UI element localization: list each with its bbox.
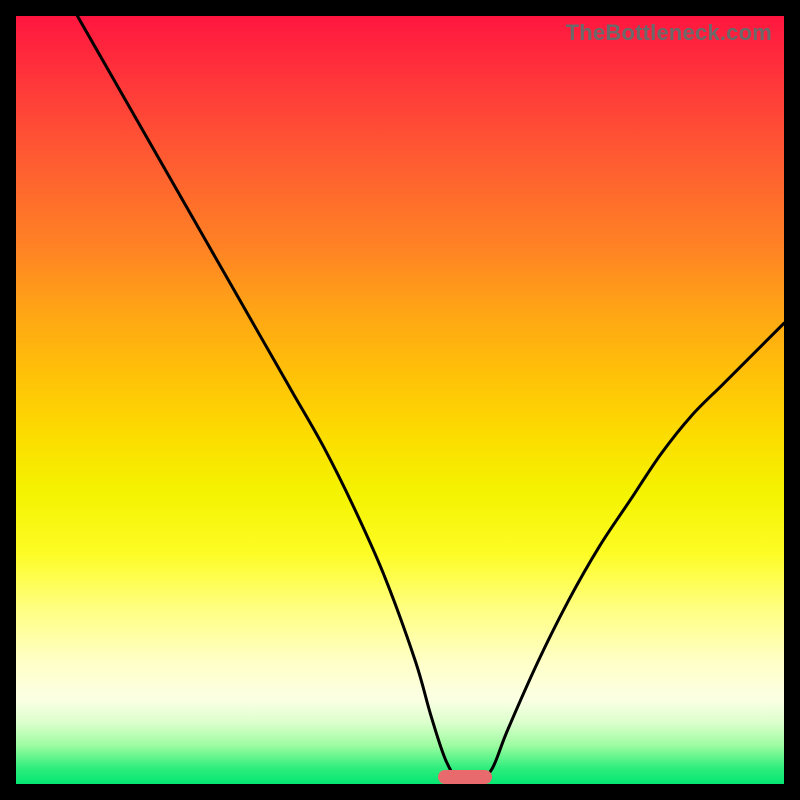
chart-container: TheBottleneck.com	[0, 0, 800, 800]
watermark-text: TheBottleneck.com	[566, 20, 772, 46]
bottleneck-curve-path	[77, 16, 784, 784]
chart-marker	[438, 770, 492, 784]
chart-curve-svg	[16, 16, 784, 784]
chart-plot-area: TheBottleneck.com	[16, 16, 784, 784]
